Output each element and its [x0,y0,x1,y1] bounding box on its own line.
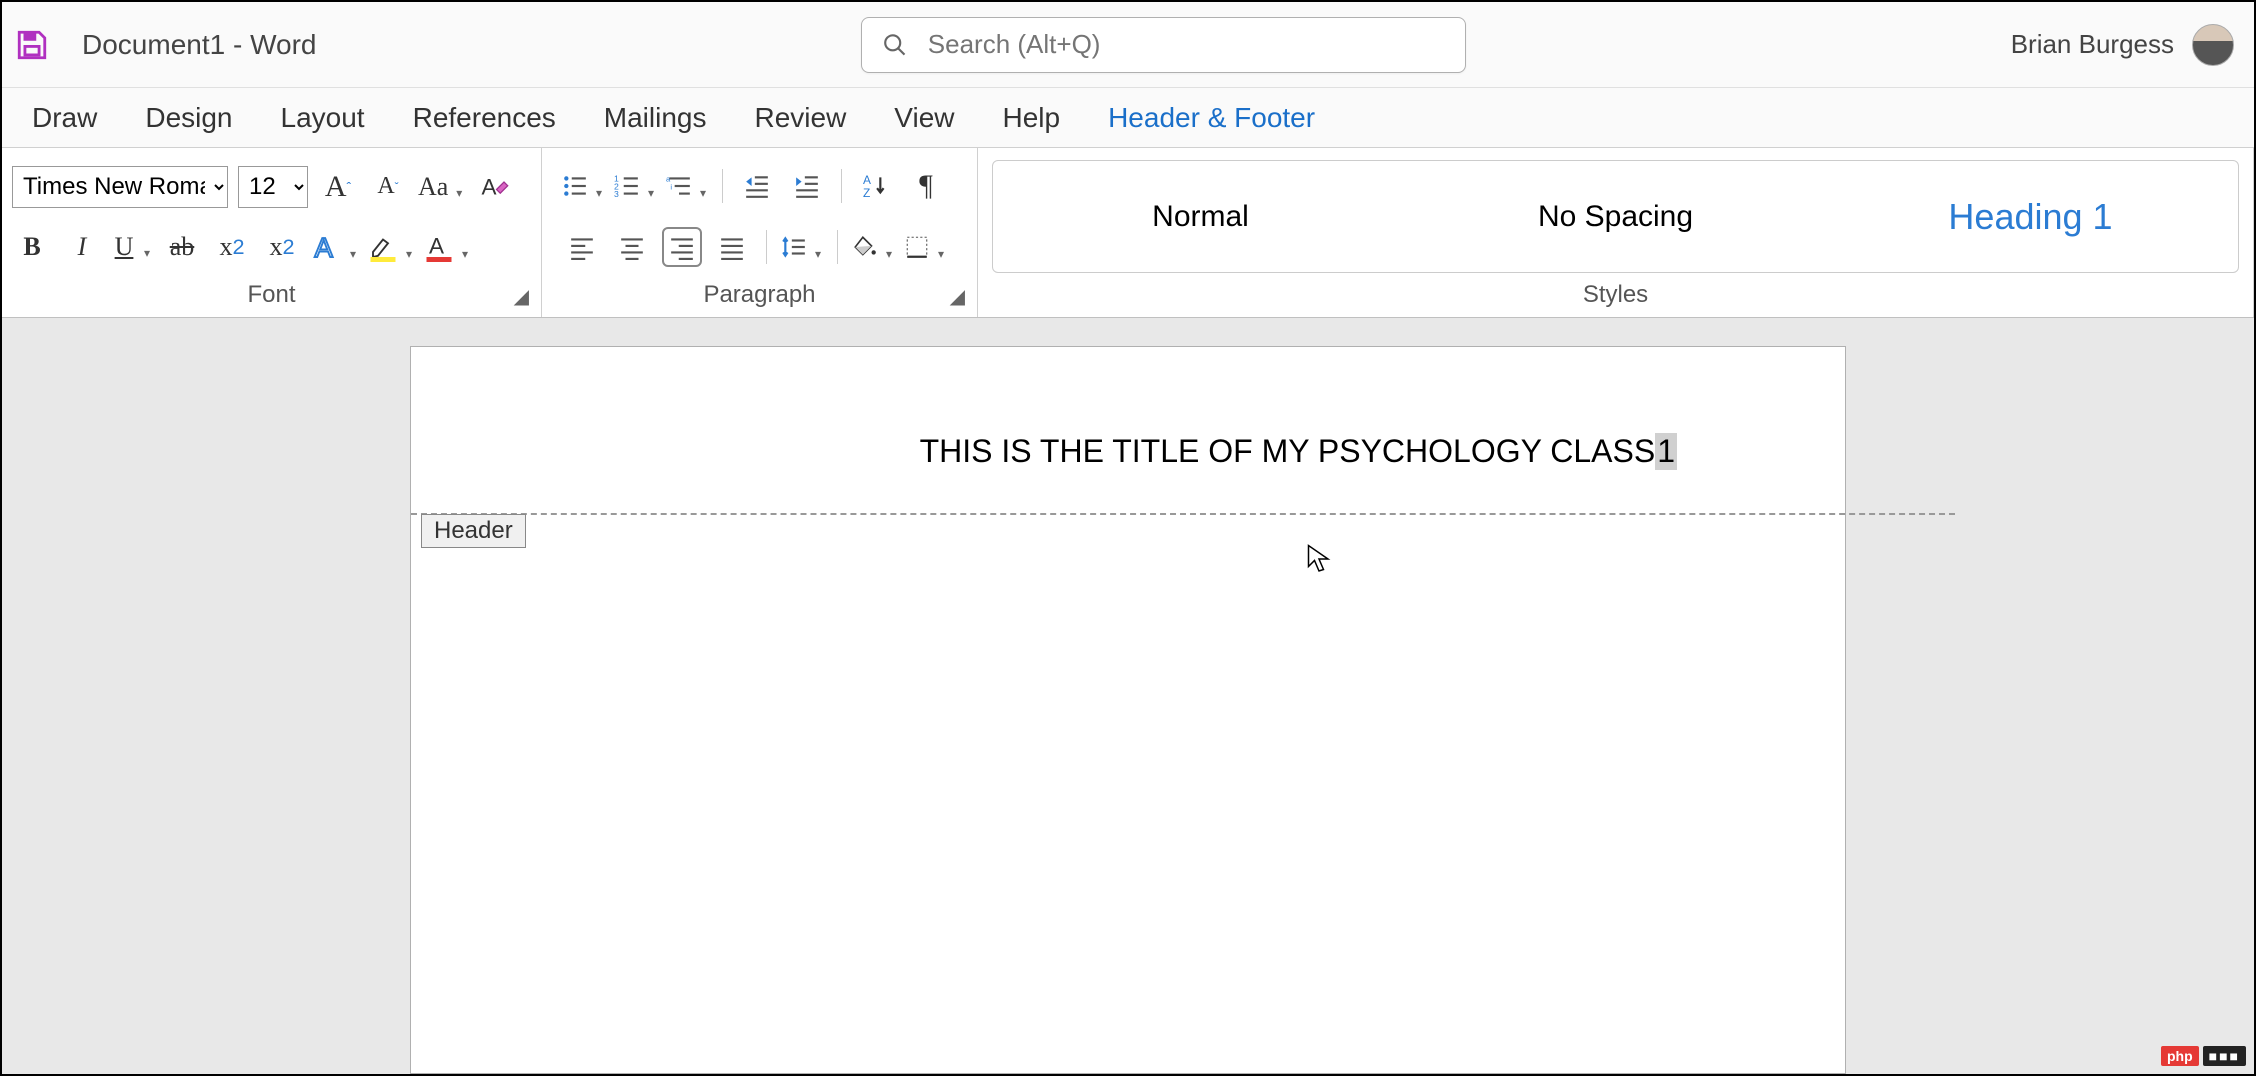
title-bar: Document1 - Word Brian Burgess [2,2,2254,88]
shading-icon [852,234,878,260]
tab-references[interactable]: References [413,102,556,134]
search-icon [882,31,908,59]
paragraph-group-label: Paragraph ◢ [546,277,973,313]
font-color-icon: A [424,232,454,262]
align-left-icon [569,234,595,260]
style-no-spacing[interactable]: No Spacing [1408,180,1823,254]
user-area[interactable]: Brian Burgess [2011,24,2244,66]
save-button[interactable] [12,25,52,65]
superscript-button[interactable]: x2 [262,227,302,267]
change-case-button[interactable]: Aa [418,167,464,207]
styles-gallery[interactable]: Normal No Spacing Heading 1 [992,160,2239,273]
tab-view[interactable]: View [894,102,954,134]
font-size-select[interactable]: 12 [238,166,308,208]
text-effects-icon: A [312,232,342,262]
clear-formatting-icon: A [479,172,509,202]
svg-text:A: A [863,173,871,187]
align-left-button[interactable] [562,227,602,267]
font-group-label: Font ◢ [6,277,537,313]
svg-text:Z: Z [863,186,870,199]
ribbon-group-styles: Normal No Spacing Heading 1 Styles [978,148,2254,317]
search-input[interactable] [928,29,1445,60]
ribbon-group-paragraph: 123 ai AZ ¶ [542,148,978,317]
header-boundary [411,513,1955,515]
document-title: Document1 - Word [82,29,316,61]
shading-button[interactable] [852,227,894,267]
ribbon: Times New Roman 12 Aˆ Aˇ Aa A B I U ab x… [2,148,2254,318]
svg-text:3: 3 [614,189,619,199]
font-dialog-launcher[interactable]: ◢ [514,284,529,309]
search-box[interactable] [861,17,1466,73]
tab-help[interactable]: Help [1002,102,1060,134]
ribbon-group-font: Times New Roman 12 Aˆ Aˇ Aa A B I U ab x… [2,148,542,317]
borders-button[interactable] [904,227,946,267]
align-right-button[interactable] [662,227,702,267]
header-title-text: THIS IS THE TITLE OF MY PSYCHOLOGY CLASS [920,433,1656,470]
align-center-icon [619,234,645,260]
svg-text:A: A [429,234,444,259]
shrink-font-button[interactable]: Aˇ [368,167,408,207]
ribbon-tabs: Draw Design Layout References Mailings R… [2,88,2254,148]
bold-button[interactable]: B [12,227,52,267]
highlight-button[interactable] [368,227,414,267]
watermark: php ■■■ [2161,1046,2246,1066]
sort-icon: AZ [863,173,889,199]
multilevel-list-button[interactable]: ai [666,166,708,206]
style-heading-1[interactable]: Heading 1 [1823,176,2238,258]
tab-draw[interactable]: Draw [32,102,97,134]
strikethrough-button[interactable]: ab [162,227,202,267]
tab-design[interactable]: Design [145,102,232,134]
numbering-icon: 123 [614,173,640,199]
bullets-button[interactable] [562,166,604,206]
tab-review[interactable]: Review [754,102,846,134]
italic-button[interactable]: I [62,227,102,267]
align-center-button[interactable] [612,227,652,267]
user-avatar[interactable] [2192,24,2234,66]
show-marks-button[interactable]: ¶ [906,166,946,206]
decrease-indent-button[interactable] [737,166,777,206]
borders-icon [904,234,930,260]
document-page[interactable]: THIS IS THE TITLE OF MY PSYCHOLOGY CLASS… [410,346,1846,1074]
header-region-label: Header [421,514,526,548]
increase-indent-icon [794,173,820,199]
style-normal[interactable]: Normal [993,180,1408,254]
svg-text:A: A [315,232,334,262]
subscript-button[interactable]: x2 [212,227,252,267]
text-effects-button[interactable]: A [312,227,358,267]
underline-button[interactable]: U [112,227,152,267]
document-area: THIS IS THE TITLE OF MY PSYCHOLOGY CLASS… [2,318,2254,1074]
sort-button[interactable]: AZ [856,166,896,206]
increase-indent-button[interactable] [787,166,827,206]
watermark-right: ■■■ [2203,1046,2246,1066]
clear-formatting-button[interactable]: A [474,167,514,207]
tab-mailings[interactable]: Mailings [604,102,707,134]
highlight-icon [368,232,398,262]
page-number-field[interactable]: 1 [1655,433,1677,470]
svg-text:A: A [482,174,497,199]
justify-icon [719,234,745,260]
grow-font-button[interactable]: Aˆ [318,167,358,207]
line-spacing-button[interactable] [781,227,823,267]
tab-header-footer[interactable]: Header & Footer [1108,102,1315,134]
justify-button[interactable] [712,227,752,267]
watermark-left: php [2161,1046,2199,1066]
align-right-icon [669,234,695,260]
paragraph-dialog-launcher[interactable]: ◢ [950,284,965,309]
numbering-button[interactable]: 123 [614,166,656,206]
save-icon [15,28,49,62]
svg-text:i: i [670,183,672,192]
font-name-select[interactable]: Times New Roman [12,166,228,208]
multilevel-icon: ai [666,173,692,199]
bullets-icon [562,173,588,199]
tab-layout[interactable]: Layout [281,102,365,134]
font-color-button[interactable]: A [424,227,470,267]
styles-group-label: Styles [982,277,2249,313]
line-spacing-icon [781,234,807,260]
user-name: Brian Burgess [2011,29,2174,60]
header-content[interactable]: THIS IS THE TITLE OF MY PSYCHOLOGY CLASS… [920,433,1677,470]
decrease-indent-icon [744,173,770,199]
